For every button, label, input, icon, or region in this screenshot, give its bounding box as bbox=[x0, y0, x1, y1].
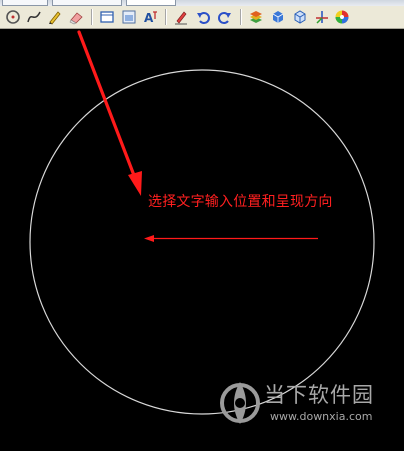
rectangle-tool-icon bbox=[100, 11, 114, 23]
text-tool-icon: A bbox=[144, 11, 157, 25]
annotation-caption: 选择文字输入位置和呈现方向 bbox=[148, 194, 333, 210]
eraser-tool-button[interactable] bbox=[67, 8, 85, 26]
text-tool-button[interactable]: A bbox=[142, 8, 160, 26]
clear-tool-icon bbox=[175, 11, 187, 25]
cube-wire-button[interactable] bbox=[291, 8, 309, 26]
color-palette-button[interactable] bbox=[333, 8, 351, 26]
redo-icon bbox=[218, 12, 231, 24]
watermark: 当下软件园 www.downxia.com bbox=[218, 378, 388, 430]
cube-solid-icon bbox=[272, 11, 284, 23]
axes-icon bbox=[316, 11, 328, 24]
svg-text:A: A bbox=[144, 11, 154, 25]
toolbar-separator bbox=[240, 9, 242, 25]
watermark-url: www.downxia.com bbox=[270, 410, 373, 423]
drawn-circle[interactable] bbox=[29, 69, 375, 415]
drawing-toolbar: A bbox=[0, 6, 404, 29]
pencil-tool-button[interactable] bbox=[46, 8, 64, 26]
circle-tool-button[interactable] bbox=[4, 8, 22, 26]
annotation-arrow-head bbox=[128, 171, 142, 196]
redo-button[interactable] bbox=[216, 8, 234, 26]
pencil-tool-icon bbox=[49, 11, 61, 25]
clear-tool-button[interactable] bbox=[172, 8, 190, 26]
watermark-logo-icon bbox=[220, 382, 260, 424]
undo-icon bbox=[197, 12, 210, 24]
image-tool-icon bbox=[122, 10, 136, 24]
toolbar-separator bbox=[165, 9, 167, 25]
eraser-tool-icon bbox=[69, 12, 83, 25]
undo-button[interactable] bbox=[194, 8, 212, 26]
annotation-arrow-shaft bbox=[77, 30, 137, 180]
text-direction-arrow-head bbox=[144, 235, 154, 242]
layers-button[interactable] bbox=[247, 8, 265, 26]
cube-wire-icon bbox=[294, 10, 306, 24]
axes-button[interactable] bbox=[313, 8, 331, 26]
image-tool-button[interactable] bbox=[120, 8, 138, 26]
toolbar-separator bbox=[91, 9, 93, 25]
curve-tool-icon bbox=[27, 11, 41, 23]
cube-solid-button[interactable] bbox=[269, 8, 287, 26]
color-palette-icon bbox=[335, 10, 349, 24]
curve-tool-button[interactable] bbox=[25, 8, 43, 26]
rectangle-tool-button[interactable] bbox=[98, 8, 116, 26]
watermark-title: 当下软件园 bbox=[264, 383, 374, 407]
layers-icon bbox=[250, 11, 262, 23]
circle-tool-icon bbox=[6, 10, 20, 24]
